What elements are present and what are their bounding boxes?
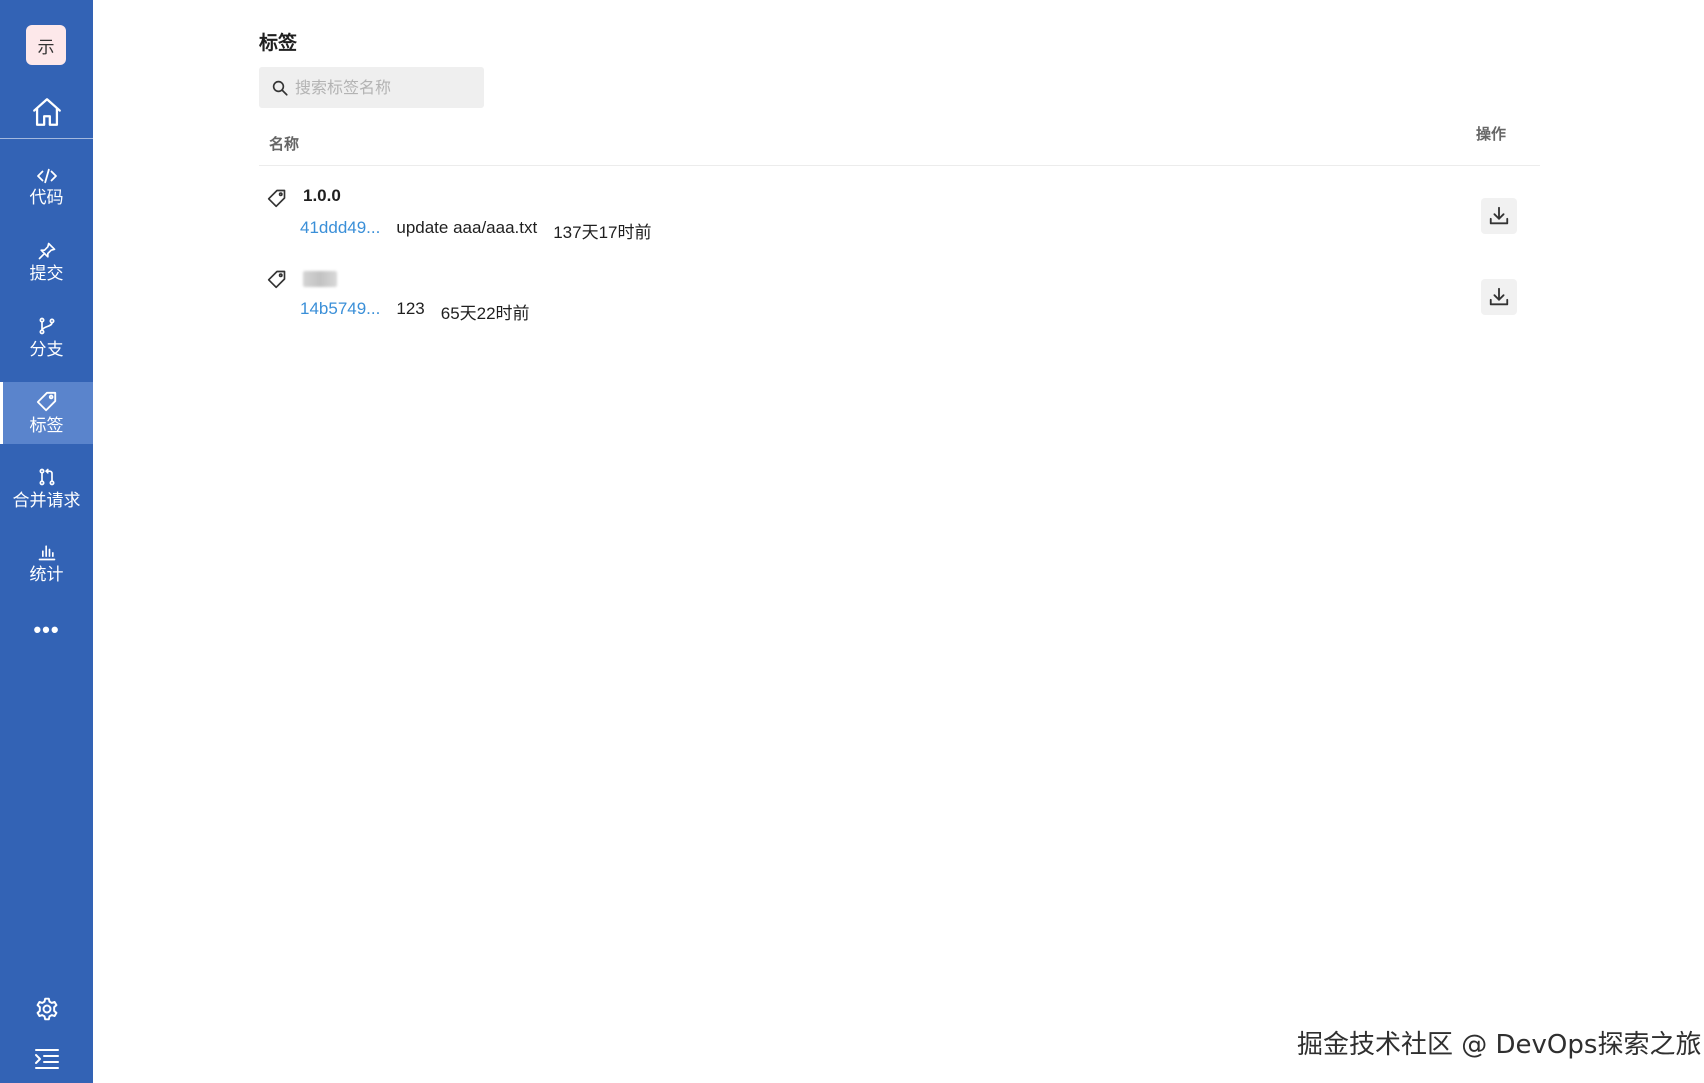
merge-request-icon (39, 468, 54, 485)
sidebar: 示 代码 提交 分支 标签 合并请求 统计 ••• (0, 0, 93, 1083)
sidebar-item-tags[interactable]: 标签 (0, 382, 93, 444)
page-title: 标签 (259, 32, 298, 54)
sidebar-item-label: 合并请求 (12, 490, 81, 511)
download-button[interactable] (1481, 198, 1517, 234)
tag-icon (267, 270, 286, 289)
column-header-actions: 操作 (1476, 125, 1507, 143)
commit-hash-link[interactable]: 41ddd49... (300, 218, 380, 243)
sidebar-item-branches[interactable]: 分支 (0, 306, 93, 368)
table-row: 14b5749... 123 65天22时前 (259, 261, 1540, 339)
indent-icon (34, 1049, 59, 1069)
sidebar-item-label: 代码 (29, 187, 64, 208)
tag-name-redacted[interactable] (303, 271, 337, 287)
tag-commit-info: 41ddd49... update aaa/aaa.txt 137天17时前 (300, 218, 651, 243)
search-icon (272, 80, 288, 96)
project-avatar[interactable]: 示 (26, 25, 66, 65)
download-icon (1489, 287, 1509, 306)
table-header-divider (259, 165, 1540, 166)
sidebar-item-label: 统计 (29, 564, 64, 585)
sidebar-item-merge-requests[interactable]: 合并请求 (0, 457, 93, 519)
sidebar-item-code[interactable]: 代码 (0, 156, 93, 218)
tag-name[interactable]: 1.0.0 (303, 186, 341, 206)
gear-icon (36, 997, 57, 1021)
commit-hash-link[interactable]: 14b5749... (300, 299, 380, 324)
sidebar-item-commits[interactable]: 提交 (0, 231, 93, 293)
search-input[interactable] (295, 78, 475, 97)
sidebar-item-statistics[interactable]: 统计 (0, 532, 93, 594)
code-icon (36, 168, 57, 183)
download-button[interactable] (1481, 279, 1517, 315)
settings-button[interactable] (0, 992, 93, 1026)
chart-icon (38, 544, 55, 560)
watermark: 掘金技术社区 @ DevOps探索之旅 (1297, 1030, 1702, 1060)
pin-icon (38, 242, 55, 259)
commit-message: 123 (396, 299, 425, 318)
commit-time: 65天22时前 (440, 304, 530, 323)
column-header-name: 名称 (269, 135, 300, 153)
tag-icon (267, 189, 286, 208)
tag-commit-info: 14b5749... 123 65天22时前 (300, 299, 530, 324)
sidebar-item-label: 分支 (29, 339, 64, 360)
commit-message: update aaa/aaa.txt (396, 218, 538, 237)
sidebar-divider (0, 138, 93, 139)
sidebar-item-label: 提交 (29, 263, 64, 284)
commit-time: 137天17时前 (553, 223, 652, 242)
more-menu-button[interactable]: ••• (0, 618, 93, 642)
branch-icon (39, 317, 54, 334)
home-button[interactable] (0, 90, 93, 134)
home-icon (32, 98, 61, 126)
collapse-sidebar-button[interactable] (0, 1042, 93, 1076)
tag-icon (36, 391, 56, 411)
search-box[interactable] (259, 67, 484, 108)
table-row: 1.0.0 41ddd49... update aaa/aaa.txt 137天… (259, 180, 1540, 258)
sidebar-item-label: 标签 (29, 415, 64, 436)
download-icon (1489, 206, 1509, 225)
